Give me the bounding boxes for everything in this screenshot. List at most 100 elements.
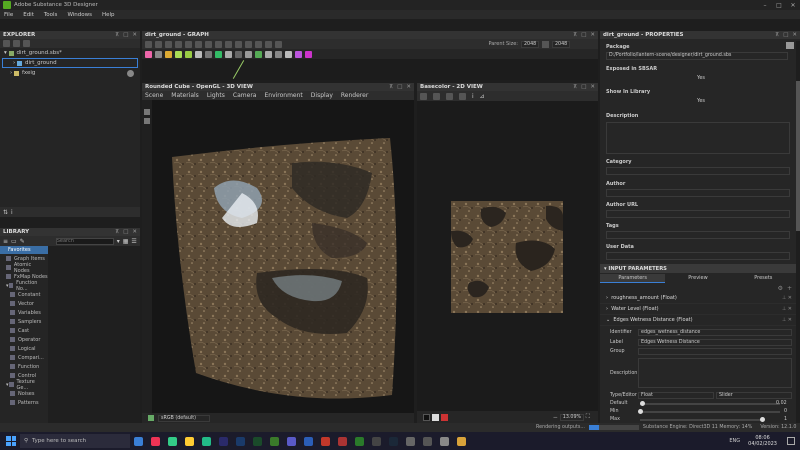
label-field[interactable]: Edges Wetness Distance [638, 339, 792, 346]
align-icon[interactable] [205, 40, 212, 48]
param-description-field[interactable] [638, 358, 792, 388]
pin-icon[interactable]: ⊼ [389, 84, 393, 90]
camera-icon[interactable] [165, 40, 172, 48]
taskbar-search-box[interactable]: ⚲ Type here to search [20, 434, 130, 448]
library-category[interactable]: ▾ Texture Ge... [0, 379, 48, 391]
menu-help[interactable]: Help [102, 12, 115, 18]
chrome-icon[interactable] [457, 436, 466, 446]
menu-edit[interactable]: Edit [23, 12, 34, 18]
close-icon[interactable]: ✕ [132, 229, 137, 235]
tile-icon[interactable] [433, 92, 440, 100]
swatch-white[interactable] [432, 413, 439, 421]
library-category[interactable]: Samplers [0, 317, 48, 326]
pin-icon[interactable]: ⊼ [115, 229, 119, 235]
default-slider-track[interactable] [640, 403, 780, 405]
min-slider-handle[interactable] [638, 409, 643, 414]
category-field[interactable] [606, 167, 790, 175]
app-icon[interactable] [440, 436, 449, 446]
node-shortcut-icon[interactable] [235, 50, 242, 58]
library-category[interactable]: Atomic Nodes [0, 262, 48, 274]
close-icon[interactable]: ✕ [786, 2, 800, 9]
default-value[interactable]: 0.02 [776, 401, 787, 406]
app-icon[interactable] [372, 436, 381, 446]
lock-icon[interactable]: ⊥ ✕ [782, 317, 796, 323]
color-picker-icon[interactable] [459, 92, 466, 100]
menu-windows[interactable]: Windows [67, 12, 92, 18]
app-icon[interactable] [202, 436, 211, 446]
library-category[interactable]: Compari... [0, 353, 48, 362]
max-slider-track[interactable] [640, 419, 762, 421]
view3d-menu-scene[interactable]: Scene [145, 92, 163, 99]
app-icon[interactable] [151, 436, 160, 446]
group-field[interactable] [638, 348, 792, 355]
fit-icon[interactable]: ⛶ [586, 413, 590, 421]
file-explorer-icon[interactable] [185, 436, 194, 446]
node-shortcut-icon[interactable] [285, 50, 292, 58]
library-category[interactable]: Operator [0, 335, 48, 344]
pin-icon[interactable]: ⊼ [115, 32, 119, 38]
tab-preview[interactable]: Preview [665, 274, 730, 283]
tags-field[interactable] [606, 231, 790, 239]
node-shortcut-icon[interactable] [195, 50, 202, 58]
node-shortcut-icon[interactable] [255, 50, 262, 58]
library-view-icon[interactable]: ▦ [123, 238, 129, 245]
node-shortcut-icon[interactable] [165, 50, 172, 58]
tree-folder[interactable]: › fxeig [0, 68, 140, 78]
author-url-field[interactable] [606, 210, 790, 218]
hierarchy-icon[interactable]: ⇅ [3, 209, 8, 216]
library-list-icon[interactable]: ☰ [131, 238, 136, 245]
zoom-icon[interactable] [185, 40, 192, 48]
view3d-menu-display[interactable]: Display [311, 92, 333, 99]
link-icon[interactable] [542, 40, 549, 48]
premiere-icon[interactable] [219, 436, 228, 446]
default-slider-handle[interactable] [640, 401, 645, 406]
snap-icon[interactable] [225, 40, 232, 48]
library-category[interactable]: Function [0, 362, 48, 371]
max-value[interactable]: 1 [784, 417, 787, 422]
editor-select[interactable]: Slider [716, 392, 792, 399]
node-shortcut-icon[interactable] [245, 50, 252, 58]
node-shortcut-icon[interactable] [305, 50, 312, 58]
view3d-menu-camera[interactable]: Camera [233, 92, 257, 99]
close-icon[interactable]: ✕ [792, 32, 797, 38]
maximize-icon[interactable]: □ [581, 84, 586, 90]
photoshop-icon[interactable] [236, 436, 245, 446]
maximize-icon[interactable]: □ [581, 32, 586, 38]
view3d-menu-materials[interactable]: Materials [171, 92, 199, 99]
library-menu-icon[interactable]: ≡ [3, 238, 8, 245]
library-search-input[interactable] [55, 237, 114, 245]
node-shortcut-icon[interactable] [295, 50, 302, 58]
identifier-field[interactable]: edges_wetness_distance [638, 329, 792, 336]
app-icon[interactable] [168, 436, 177, 446]
node-shortcut-icon[interactable] [155, 50, 162, 58]
magnet-icon[interactable] [265, 40, 272, 48]
close-icon[interactable]: ✕ [406, 84, 411, 90]
library-category[interactable]: Patterns [0, 398, 48, 407]
size-select[interactable]: 2048 [552, 40, 570, 48]
swatch-red[interactable] [441, 413, 448, 421]
param-row-expanded[interactable]: ⌄ Edges Wetness Distance (Float) ⊥ ✕ [600, 315, 796, 326]
maximize-icon[interactable]: □ [772, 2, 786, 9]
type-select[interactable]: Float [638, 392, 714, 399]
grid-icon[interactable] [195, 40, 202, 48]
windows-start-icon[interactable] [6, 436, 16, 446]
menu-tools[interactable]: Tools [44, 12, 58, 18]
unreal-icon[interactable] [423, 436, 432, 446]
exposed-value[interactable]: Yes [686, 75, 716, 81]
channel-icon[interactable] [420, 92, 427, 100]
dropdown-icon[interactable]: ▾ [117, 238, 120, 245]
node-shortcut-icon[interactable] [225, 50, 232, 58]
maximize-icon[interactable]: □ [123, 229, 128, 235]
min-slider-track[interactable] [640, 411, 780, 413]
node-shortcut-icon[interactable] [145, 50, 152, 58]
view3d-menu-renderer[interactable]: Renderer [341, 92, 368, 99]
app-icon[interactable] [406, 436, 415, 446]
layout-icon[interactable] [175, 40, 182, 48]
maximize-icon[interactable]: □ [783, 32, 788, 38]
node-shortcut-icon[interactable] [205, 50, 212, 58]
maximize-icon[interactable]: □ [123, 32, 128, 38]
open-icon[interactable] [13, 40, 20, 47]
app-icon[interactable] [321, 436, 330, 446]
swatch-black[interactable] [423, 413, 430, 421]
pin-icon[interactable]: ⊼ [573, 32, 577, 38]
